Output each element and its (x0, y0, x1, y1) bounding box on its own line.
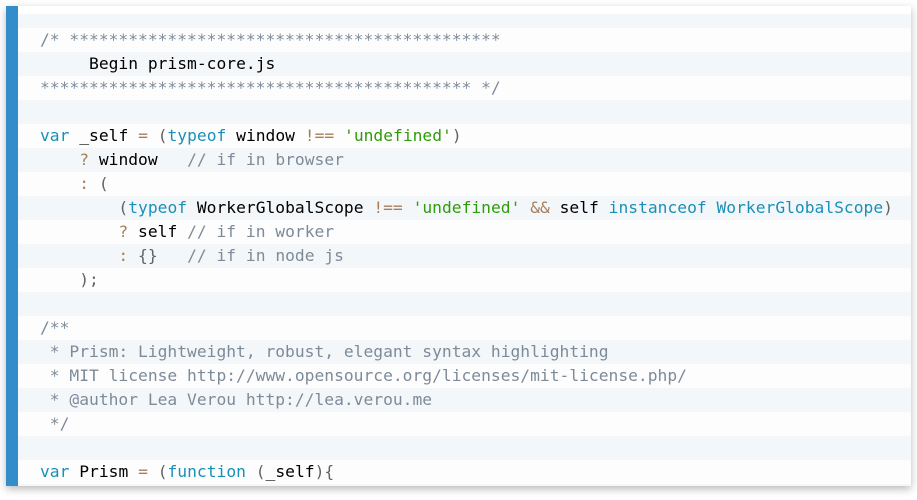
code-area: /* *************************************… (18, 14, 911, 486)
code-operator: = (138, 462, 148, 481)
code-comment: // if in browser (187, 150, 344, 169)
code-identifier: Prism (79, 462, 129, 481)
code-line: ); (18, 268, 911, 292)
code-string: 'undefined' (344, 126, 452, 145)
code-line: (typeof WorkerGlobalScope !== 'undefined… (18, 196, 911, 220)
code-operator: ? (79, 150, 90, 169)
code-line: : {} // if in node js (18, 244, 911, 268)
code-comment: * MIT license http://www.opensource.org/… (40, 366, 687, 385)
code-identifier: self (559, 198, 599, 217)
code-operator: : (79, 174, 90, 193)
code-line: ? self // if in worker (18, 220, 911, 244)
code-keyword: var (40, 462, 70, 481)
code-punctuation: ( (255, 462, 266, 481)
code-comment: ****************************************… (40, 78, 501, 97)
code-line: * @author Lea Verou http://lea.verou.me (18, 388, 911, 412)
code-punctuation: { (138, 246, 148, 265)
code-punctuation: } (147, 246, 158, 265)
code-comment: /* *************************************… (40, 30, 501, 49)
code-comment: /** (40, 318, 70, 337)
code-identifier: _self (79, 126, 129, 145)
code-identifier: _self (265, 462, 315, 481)
code-identifier: core (206, 54, 246, 73)
code-punctuation: ( (98, 174, 109, 193)
code-identifier: self (138, 222, 178, 241)
code-identifier: WorkerGlobalScope (196, 198, 364, 217)
code-punctuation: ) (883, 198, 893, 217)
code-keyword: var (40, 126, 70, 145)
code-operator: = (138, 126, 148, 145)
code-operator: : (118, 246, 129, 265)
code-line: * Prism: Lightweight, robust, elegant sy… (18, 340, 911, 364)
code-identifier: Begin (89, 54, 139, 73)
code-operator: !== (373, 198, 403, 217)
code-class-name: WorkerGlobalScope (716, 198, 884, 217)
code-keyword: instanceof (608, 198, 707, 217)
code-identifier: window (236, 126, 295, 145)
code-identifier: window (98, 150, 158, 169)
code-keyword: typeof (128, 198, 188, 217)
code-keyword: function (167, 462, 246, 481)
code-comment: // if in node js (187, 246, 344, 265)
code-line: */ (18, 412, 911, 436)
code-punctuation: ) (79, 270, 90, 289)
code-keyword: typeof (167, 126, 227, 145)
code-identifier: prism (147, 54, 197, 73)
code-punctuation: ) (451, 126, 462, 145)
code-comment: */ (40, 414, 70, 433)
code-line: var _self = (typeof window !== 'undefine… (18, 124, 911, 148)
code-operator: ? (118, 222, 129, 241)
code-punctuation: ) (314, 462, 325, 481)
code-operator: && (530, 198, 550, 217)
code-punctuation: { (324, 462, 335, 481)
code-line: ? window // if in browser (18, 148, 911, 172)
code-punctuation: ; (89, 270, 99, 289)
code-line: var Prism = (function (_self){ (18, 460, 911, 484)
code-line: : ( (18, 172, 911, 196)
code-line: /* *************************************… (18, 28, 911, 52)
code-comment: * Prism: Lightweight, robust, elegant sy… (40, 342, 609, 361)
code-string: 'undefined' (412, 198, 521, 217)
code-text: - (196, 54, 207, 73)
code-text: . (245, 54, 256, 73)
code-punctuation: ( (157, 126, 168, 145)
code-comment: * @author Lea Verou http://lea.verou.me (40, 390, 433, 409)
code-line: Begin prism-core.js (18, 52, 911, 76)
code-line: /** (18, 316, 911, 340)
code-identifier: js (255, 54, 276, 73)
code-block-accent-bar (6, 6, 18, 486)
code-punctuation: ( (157, 462, 168, 481)
code-operator: !== (304, 126, 335, 145)
code-punctuation: ( (118, 198, 129, 217)
code-line: * MIT license http://www.opensource.org/… (18, 364, 911, 388)
code-line: ****************************************… (18, 76, 911, 100)
code-comment: // if in worker (187, 222, 335, 241)
code-block: /* *************************************… (6, 6, 911, 486)
